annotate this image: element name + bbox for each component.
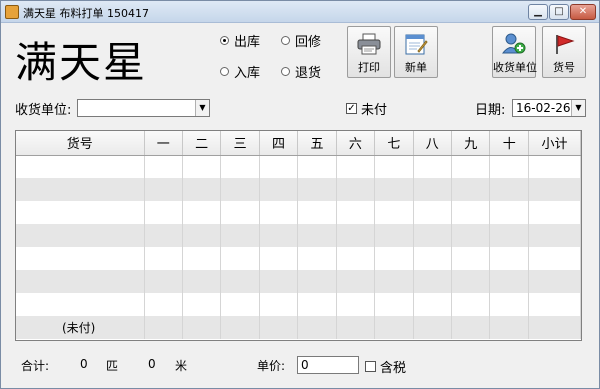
receiver-select[interactable]: ▼	[77, 99, 210, 117]
add-user-icon	[502, 33, 526, 54]
column-header[interactable]: 七	[374, 131, 414, 156]
table-row[interactable]	[16, 178, 581, 201]
product-code-label: 货号	[553, 61, 575, 74]
product-code-button[interactable]: 货号	[542, 26, 586, 78]
column-header[interactable]: 五	[297, 131, 337, 156]
new-order-button[interactable]: 新单	[394, 26, 438, 78]
radio-label: 退货	[295, 66, 322, 81]
date-picker[interactable]: 16-02-26 ▼	[512, 99, 586, 117]
notepad-icon	[405, 34, 428, 55]
maximize-button[interactable]: □	[549, 4, 569, 20]
column-header[interactable]: 二	[182, 131, 222, 156]
radio-return[interactable]: 退货	[281, 62, 321, 81]
chevron-down-icon[interactable]: ▼	[571, 100, 585, 116]
pieces-unit: 匹	[106, 359, 119, 373]
column-header[interactable]: 小计	[528, 131, 581, 156]
unit-price-input[interactable]: 0	[297, 356, 359, 374]
print-label: 打印	[358, 61, 380, 74]
column-header[interactable]: 三	[220, 131, 260, 156]
radio-dot-icon	[220, 67, 229, 76]
window-title: 满天星 布料打单 150417	[23, 7, 149, 20]
table-row[interactable]	[16, 155, 581, 178]
receiver-label: 收货单位	[493, 61, 537, 74]
order-table: 货号 一 二 三 四 五 六 七 八 九 十 小计 (未付)	[16, 131, 581, 339]
tax-included-label: 含税	[380, 361, 407, 376]
printer-icon	[357, 33, 381, 55]
column-header[interactable]: 一	[144, 131, 183, 156]
tax-included-checkbox[interactable]: 含税	[365, 357, 406, 376]
table-row[interactable]	[16, 293, 581, 316]
total-meters-value: 0	[148, 357, 156, 371]
app-logo: 满天星	[15, 38, 148, 87]
unit-price-label: 单价:	[257, 359, 286, 373]
checkbox-check-icon: ✓	[346, 103, 357, 114]
table-row[interactable]	[16, 270, 581, 293]
app-icon	[5, 5, 19, 19]
checkbox-icon	[365, 361, 376, 372]
receiver-field-label: 收货单位:	[15, 103, 72, 118]
radio-outbound[interactable]: 出库	[220, 31, 260, 50]
table-row[interactable]: (未付)	[16, 316, 581, 339]
chevron-down-icon[interactable]: ▼	[195, 100, 209, 116]
column-header[interactable]: 八	[413, 131, 453, 156]
title-bar[interactable]: 满天星 布料打单 150417 ▁ □ ✕	[1, 1, 599, 23]
unpaid-checkbox[interactable]: ✓ 未付	[346, 99, 387, 118]
total-label: 合计:	[21, 359, 50, 373]
radio-inbound[interactable]: 入库	[220, 62, 260, 81]
total-pieces-value: 0	[80, 357, 88, 371]
new-order-label: 新单	[405, 61, 427, 74]
date-label: 日期:	[475, 103, 506, 118]
column-header[interactable]: 六	[336, 131, 376, 156]
radio-label: 出库	[234, 35, 261, 50]
unpaid-label: 未付	[361, 103, 388, 118]
radio-label: 回修	[295, 35, 322, 50]
radio-repair[interactable]: 回修	[281, 31, 321, 50]
column-header[interactable]: 四	[259, 131, 299, 156]
column-header[interactable]: 九	[451, 131, 491, 156]
radio-dot-icon	[281, 67, 290, 76]
flag-icon	[556, 35, 575, 54]
meters-unit: 米	[175, 359, 188, 373]
table-row[interactable]	[16, 201, 581, 224]
date-value: 16-02-26	[516, 101, 571, 115]
column-header[interactable]: 货号	[16, 131, 145, 156]
radio-dot-icon	[220, 36, 229, 45]
table-row[interactable]	[16, 224, 581, 247]
radio-dot-icon	[281, 36, 290, 45]
minimize-button[interactable]: ▁	[528, 4, 548, 20]
order-grid[interactable]: 货号 一 二 三 四 五 六 七 八 九 十 小计 (未付)	[15, 130, 582, 341]
receiver-button[interactable]: 收货单位	[492, 26, 537, 78]
column-header[interactable]: 十	[489, 131, 529, 156]
close-button[interactable]: ✕	[570, 4, 596, 20]
main-window: 满天星 布料打单 150417 ▁ □ ✕ 满天星 出库 回修 入库 退货 打印	[0, 0, 600, 389]
print-button[interactable]: 打印	[347, 26, 391, 78]
table-header-row: 货号 一 二 三 四 五 六 七 八 九 十 小计	[16, 131, 581, 156]
unpaid-note: (未付)	[16, 316, 145, 339]
table-row[interactable]	[16, 247, 581, 270]
radio-label: 入库	[234, 66, 261, 81]
